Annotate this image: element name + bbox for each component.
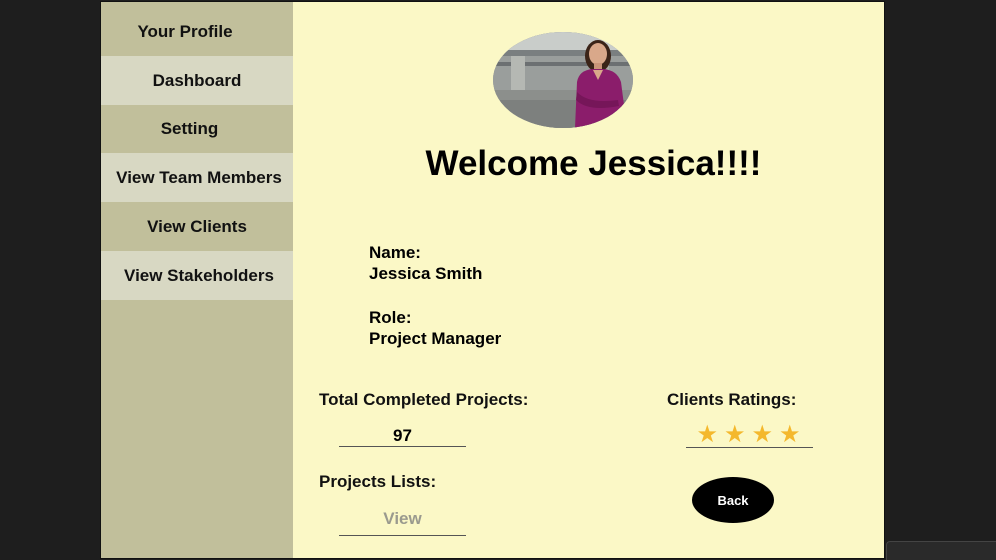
corner-widget[interactable] — [886, 541, 996, 560]
client-ratings-label: Clients Ratings: — [667, 390, 797, 409]
star-icon: ★ — [751, 421, 776, 448]
avatar — [493, 32, 633, 128]
role-section: Role: Project Manager — [369, 307, 501, 349]
sidebar-item-label: Dashboard — [152, 70, 242, 90]
sidebar-item-setting[interactable]: Setting — [101, 104, 293, 153]
role-value: Project Manager — [369, 329, 502, 348]
sidebar: Your Profile Dashboard Setting View Team… — [101, 2, 293, 558]
sidebar-item-view-stakeholders[interactable]: View Stakeholders — [101, 251, 293, 300]
name-label: Name: — [369, 243, 421, 262]
star-icon: ★ — [723, 421, 748, 448]
sidebar-item-label: Your Profile — [137, 21, 233, 41]
role-label: Role: — [369, 308, 412, 327]
sidebar-item-your-profile[interactable]: Your Profile — [101, 7, 293, 56]
star-icon: ★ — [779, 421, 803, 448]
star-icon: ★ — [696, 421, 720, 448]
view-projects-link[interactable]: View — [339, 508, 466, 536]
sidebar-item-view-team-members[interactable]: View Team Members — [101, 153, 293, 202]
completed-projects-label: Total Completed Projects: — [319, 390, 529, 409]
name-section: Name: Jessica Smith — [369, 242, 482, 284]
sidebar-item-label: View Stakeholders — [124, 265, 274, 285]
profile-photo — [493, 32, 633, 128]
page-title: Welcome Jessica!!!! — [425, 144, 762, 183]
main-content: Welcome Jessica!!!! Name: Jessica Smith … — [293, 2, 884, 558]
back-button[interactable]: Back — [692, 477, 774, 523]
name-value: Jessica Smith — [369, 264, 483, 283]
projects-lists-label: Projects Lists: — [319, 472, 437, 491]
sidebar-item-dashboard[interactable]: Dashboard — [101, 56, 293, 105]
rating-stars: ★ ★ ★ ★ — [686, 420, 813, 449]
completed-projects-value: 97 — [339, 426, 466, 447]
sidebar-item-label: Setting — [160, 118, 219, 138]
app-frame: Your Profile Dashboard Setting View Team… — [100, 1, 885, 559]
client-ratings-stars: ★ ★ ★ ★ — [686, 420, 813, 448]
sidebar-item-view-clients[interactable]: View Clients — [101, 202, 293, 251]
sidebar-item-label: View Team Members — [116, 167, 282, 187]
sidebar-item-label: View Clients — [147, 216, 247, 236]
